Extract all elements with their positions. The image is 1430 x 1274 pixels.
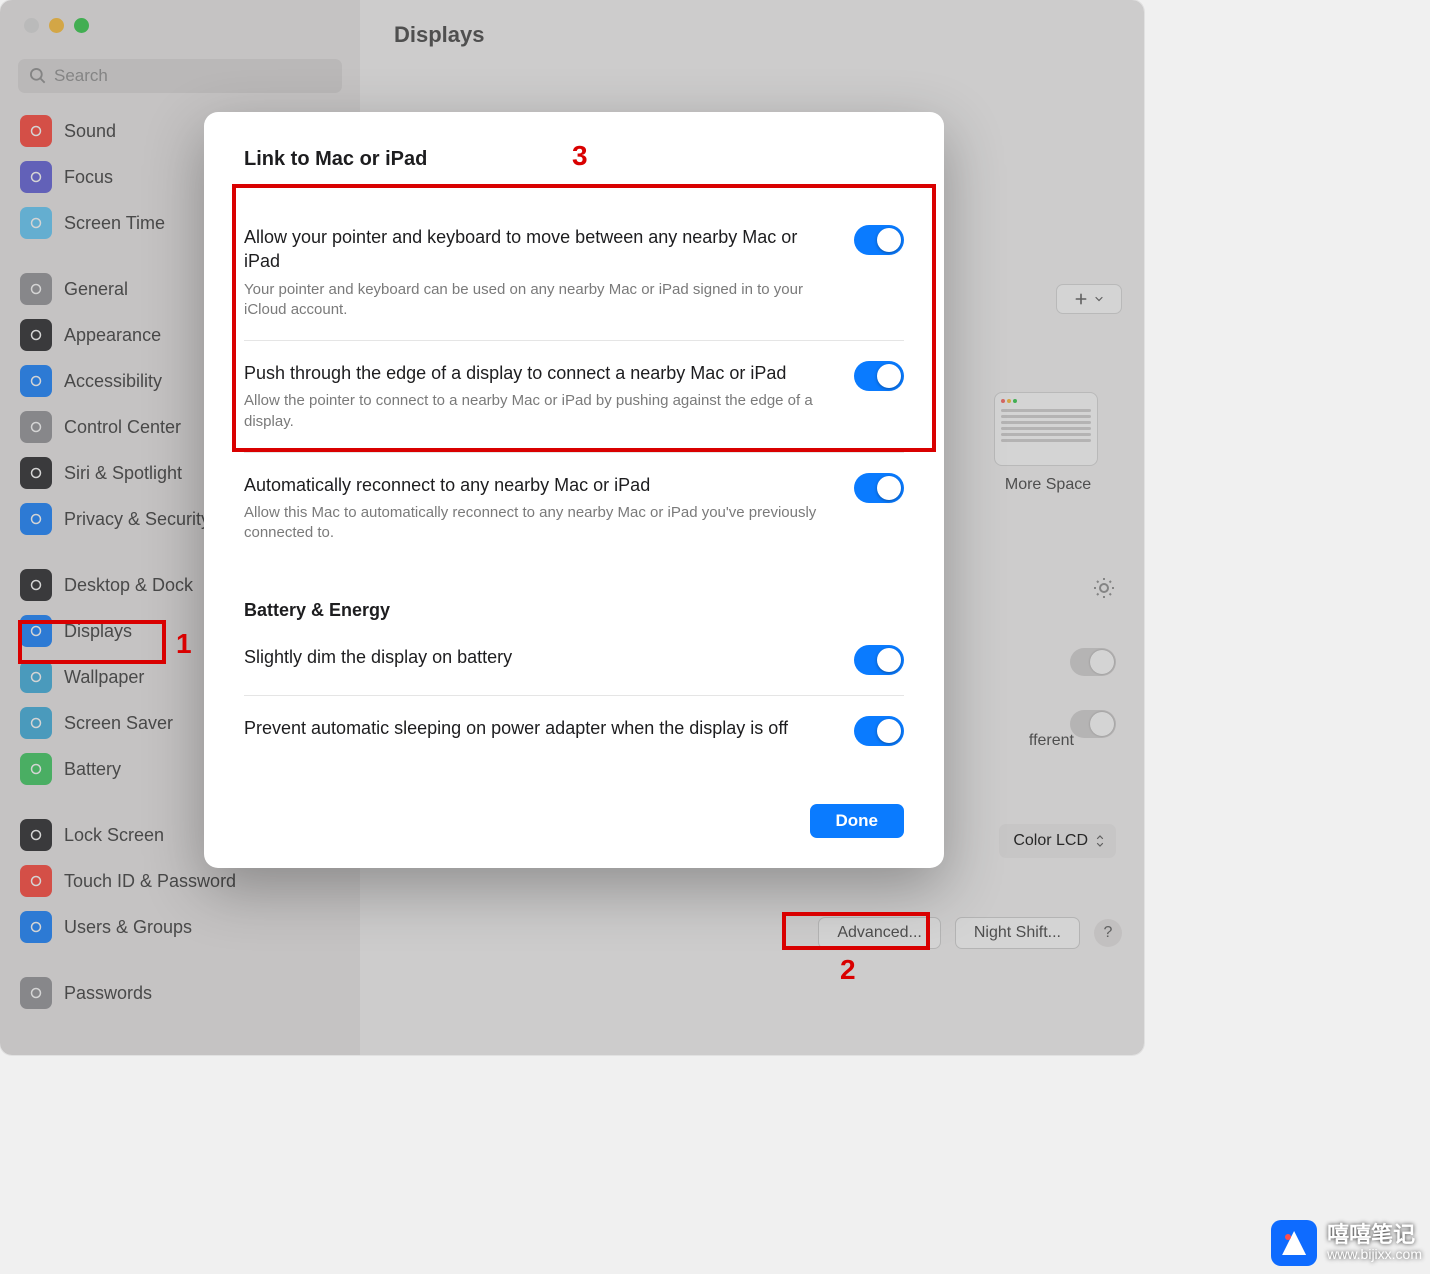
watermark-logo (1271, 1220, 1317, 1266)
watermark-title: 嘻嘻笔记 (1327, 1223, 1422, 1247)
setting-row: Automatically reconnect to any nearby Ma… (244, 452, 904, 564)
annotation-label-2: 2 (840, 954, 856, 986)
advanced-modal: Link to Mac or iPad Allow your pointer a… (204, 112, 944, 868)
toggle-prevent-sleep[interactable] (854, 716, 904, 746)
settings-window: SoundFocusScreen TimeGeneralAppearanceAc… (0, 0, 1144, 1055)
setting-title: Prevent automatic sleeping on power adap… (244, 716, 834, 740)
annotation-label-3: 3 (572, 140, 588, 172)
setting-row: Slightly dim the display on battery (244, 625, 904, 695)
annotation-label-1: 1 (176, 628, 192, 660)
done-button[interactable]: Done (810, 804, 905, 838)
setting-row: Push through the edge of a display to co… (244, 340, 904, 452)
setting-title: Automatically reconnect to any nearby Ma… (244, 473, 834, 497)
setting-row: Prevent automatic sleeping on power adap… (244, 695, 904, 766)
setting-description: Allow this Mac to automatically reconnec… (244, 503, 834, 544)
watermark: 嘻嘻笔记 www.bijixx.com (1271, 1220, 1422, 1266)
setting-title: Slightly dim the display on battery (244, 645, 834, 669)
toggle-auto-reconnect[interactable] (854, 473, 904, 503)
setting-title: Push through the edge of a display to co… (244, 361, 834, 385)
toggle-push-edge[interactable] (854, 361, 904, 391)
watermark-url: www.bijixx.com (1327, 1247, 1422, 1262)
setting-description: Your pointer and keyboard can be used on… (244, 280, 834, 321)
toggle-universal-control[interactable] (854, 225, 904, 255)
toggle-dim-battery[interactable] (854, 645, 904, 675)
setting-row: Allow your pointer and keyboard to move … (244, 205, 904, 340)
setting-title: Allow your pointer and keyboard to move … (244, 225, 834, 274)
setting-description: Allow the pointer to connect to a nearby… (244, 391, 834, 432)
modal-section-battery: Battery & Energy (244, 600, 904, 621)
